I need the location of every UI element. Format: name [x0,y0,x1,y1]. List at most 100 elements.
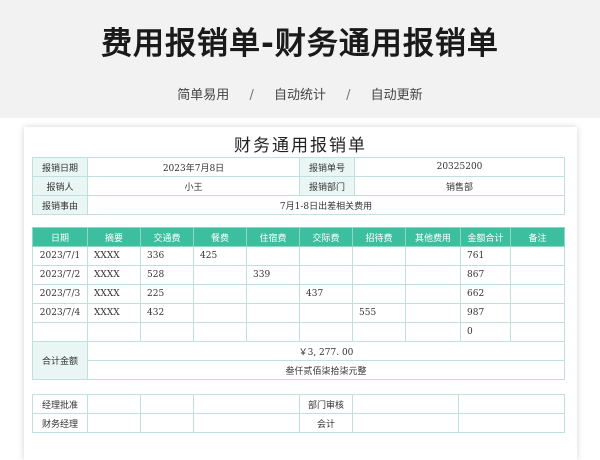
table-cell[interactable] [246,284,300,304]
number-label: 报销单号 [299,157,355,177]
signature-cell[interactable] [140,394,194,414]
table-cell[interactable]: 336 [140,246,194,266]
signature-cell[interactable] [193,413,300,433]
table-cell[interactable]: XXXX [87,265,141,285]
person-label: 报销人 [32,176,88,196]
table-cell[interactable]: 987 [460,303,511,323]
table-cell[interactable]: 437 [299,284,353,304]
expense-sheet: 财务通用报销单 报销日期 2023年7月8日 报销单号 20325200 报销人… [24,127,577,460]
reason-value[interactable]: 7月1-8日出差相关费用 [87,195,565,215]
table-cell[interactable]: 2023/7/3 [32,284,88,304]
table-cell[interactable] [352,322,406,342]
column-header: 交际费 [299,227,353,247]
approval-table: 经理批准 部门审核 财务经理 会计 [32,394,565,433]
table-row: 2023/7/3 XXXX 225 437 662 [32,284,565,304]
table-cell[interactable]: 339 [246,265,300,285]
page-header: 费用报销单-财务通用报销单 简单易用 / 自动统计 / 自动更新 [0,0,600,118]
page-title: 费用报销单-财务通用报销单 [101,26,499,62]
table-cell[interactable] [193,303,247,323]
table-cell[interactable]: 555 [352,303,406,323]
table-cell[interactable] [352,284,406,304]
signature-cell[interactable] [458,394,565,414]
table-cell[interactable] [299,246,353,266]
table-cell[interactable]: 0 [460,322,511,342]
table-cell[interactable] [510,246,565,266]
table-cell[interactable] [246,303,300,323]
table-cell[interactable] [510,322,565,342]
column-header: 招待费 [352,227,406,247]
signature-cell[interactable] [87,413,141,433]
table-cell[interactable] [405,284,461,304]
table-cell[interactable]: XXXX [87,284,141,304]
table-cell[interactable]: 761 [460,246,511,266]
separator: / [249,88,254,103]
table-cell[interactable] [510,284,565,304]
signature-cell[interactable] [140,413,194,433]
table-cell[interactable]: 867 [460,265,511,285]
column-header: 日期 [32,227,88,247]
table-cell[interactable] [510,265,565,285]
table-cell[interactable]: 2023/7/1 [32,246,88,266]
table-cell[interactable] [193,322,247,342]
table-cell[interactable] [246,246,300,266]
table-cell[interactable]: 662 [460,284,511,304]
total-chinese: 叁仟贰佰柒拾柒元整 [87,360,565,380]
signature-cell[interactable] [458,413,565,433]
column-header: 餐费 [193,227,247,247]
manager-approval-label: 经理批准 [32,394,88,414]
table-cell[interactable] [352,265,406,285]
total-numeric: ￥3, 277. 00 [87,341,565,361]
table-cell[interactable] [87,322,141,342]
column-header: 住宿费 [246,227,300,247]
table-cell[interactable] [405,265,461,285]
table-cell[interactable]: 225 [140,284,194,304]
feature-easy: 简单易用 [177,88,230,103]
dept-value[interactable]: 销售部 [354,176,565,196]
signature-cell[interactable] [352,413,459,433]
table-cell[interactable]: 2023/7/2 [32,265,88,285]
table-row: 0 [32,322,565,342]
signature-cell[interactable] [87,394,141,414]
table-cell[interactable]: 425 [193,246,247,266]
table-cell[interactable] [405,246,461,266]
total-numeric-row: 合计金额 ￥3, 277. 00 [32,341,565,380]
signature-cell[interactable] [352,394,459,414]
column-header: 交通费 [140,227,194,247]
feature-auto-stats: 自动统计 [273,88,326,103]
column-header: 备注 [510,227,565,247]
table-cell[interactable] [299,322,353,342]
table-cell[interactable]: 432 [140,303,194,323]
feature-line: 简单易用 / 自动统计 / 自动更新 [0,84,600,103]
table-cell[interactable] [299,265,353,285]
table-cell[interactable] [405,322,461,342]
table-cell[interactable]: XXXX [87,303,141,323]
feature-auto-update: 自动更新 [370,88,423,103]
table-cell[interactable] [405,303,461,323]
accounting-label: 会计 [299,413,353,433]
reason-label: 报销事由 [32,195,88,215]
column-header: 其他费用 [405,227,461,247]
signature-cell[interactable] [193,394,300,414]
dept-review-label: 部门审核 [299,394,353,414]
table-cell[interactable] [193,265,247,285]
dept-label: 报销部门 [299,176,355,196]
table-row: 2023/7/4 XXXX 432 555 987 [32,303,565,323]
table-cell[interactable] [299,303,353,323]
date-label: 报销日期 [32,157,88,177]
table-cell[interactable] [352,246,406,266]
table-cell[interactable] [246,322,300,342]
table-row: 2023/7/1 XXXX 336 425 761 [32,246,565,266]
table-cell[interactable] [140,322,194,342]
table-header-row: 日期 摘要 交通费 餐费 住宿费 交际费 招待费 其他费用 金额合计 备注 [32,227,565,247]
column-header: 摘要 [87,227,141,247]
date-value[interactable]: 2023年7月8日 [87,157,300,177]
table-cell[interactable]: 528 [140,265,194,285]
table-cell[interactable]: XXXX [87,246,141,266]
number-value[interactable]: 20325200 [354,157,565,177]
person-value[interactable]: 小王 [87,176,300,196]
table-cell[interactable] [193,284,247,304]
table-cell[interactable]: 2023/7/4 [32,303,88,323]
table-cell[interactable] [510,303,565,323]
finance-manager-label: 财务经理 [32,413,88,433]
table-cell[interactable] [32,322,88,342]
